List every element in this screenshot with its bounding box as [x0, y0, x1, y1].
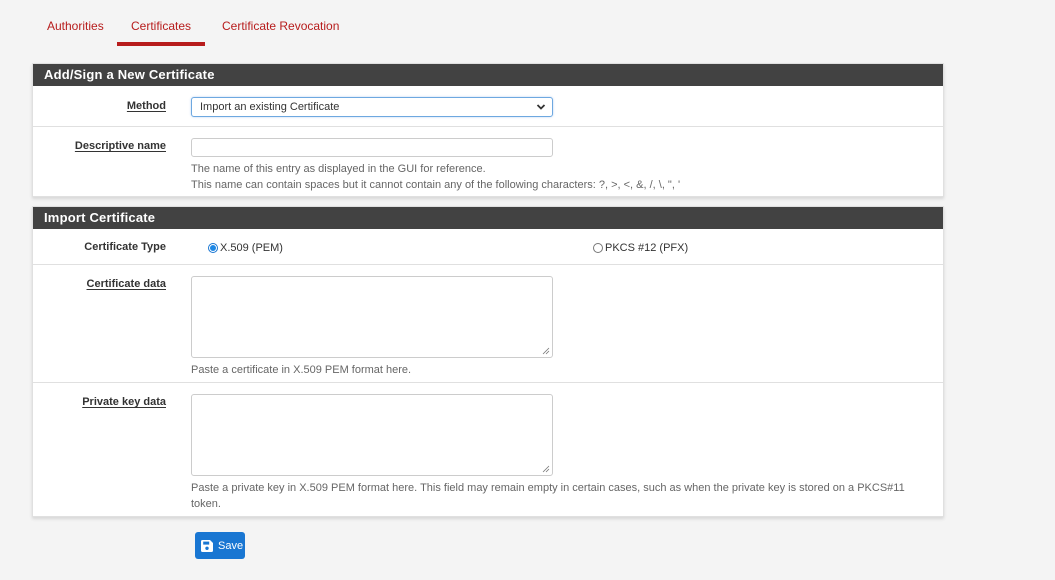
- method-row: Method Import an existing Certificate: [33, 86, 943, 126]
- radio-pkcs12-pfx-label: PKCS #12 (PFX): [605, 242, 689, 254]
- radio-pkcs12-pfx-control[interactable]: [593, 243, 603, 253]
- certificate-type-label: Certificate Type: [84, 241, 166, 253]
- resize-grip-icon[interactable]: [542, 347, 550, 355]
- panel-heading-add-sign: Add/Sign a New Certificate: [33, 64, 943, 86]
- save-button-label: Save: [218, 539, 244, 552]
- private-key-data-help: Paste a private key in X.509 PEM format …: [191, 482, 905, 510]
- certificate-data-help: Paste a certificate in X.509 PEM format …: [191, 364, 412, 376]
- method-select[interactable]: Import an existing Certificate: [191, 97, 553, 117]
- tab-bar: Authorities Certificates Certificate Rev…: [33, 8, 353, 46]
- radio-pkcs12-pfx[interactable]: PKCS #12 (PFX): [593, 242, 688, 254]
- private-key-data-row: Private key data Paste a private key in …: [33, 382, 943, 516]
- descriptive-name-help-line2: This name can contain spaces but it cann…: [191, 179, 681, 191]
- private-key-data-label[interactable]: Private key data: [82, 396, 166, 408]
- method-label[interactable]: Method: [127, 100, 166, 112]
- save-button[interactable]: Save: [195, 532, 245, 559]
- resize-grip-icon[interactable]: [542, 465, 550, 473]
- save-icon: [201, 539, 213, 552]
- radio-x509-pem-label: X.509 (PEM): [220, 242, 283, 254]
- private-key-data-textarea[interactable]: [191, 394, 553, 476]
- certificate-type-row: Certificate Type X.509 (PEM) PKCS #12 (P…: [33, 229, 943, 264]
- tab-certificate-revocation[interactable]: Certificate Revocation: [208, 8, 353, 46]
- radio-x509-pem-control[interactable]: [208, 243, 218, 253]
- descriptive-name-row: Descriptive name The name of this entry …: [33, 126, 943, 197]
- descriptive-name-input[interactable]: [191, 138, 553, 157]
- tab-certificates[interactable]: Certificates: [117, 8, 205, 46]
- method-selected-value: Import an existing Certificate: [200, 101, 340, 113]
- tab-authorities[interactable]: Authorities: [33, 8, 117, 46]
- certificate-data-row: Certificate data Paste a certificate in …: [33, 264, 943, 382]
- chevron-down-icon: [536, 104, 546, 110]
- descriptive-name-label[interactable]: Descriptive name: [75, 140, 166, 152]
- descriptive-name-help: The name of this entry as displayed in t…: [191, 161, 680, 193]
- certificate-data-label[interactable]: Certificate data: [87, 278, 166, 290]
- import-certificate-panel: Import Certificate Certificate Type X.50…: [32, 206, 944, 517]
- certificate-data-textarea[interactable]: [191, 276, 553, 358]
- radio-x509-pem[interactable]: X.509 (PEM): [208, 242, 283, 254]
- panel-heading-import: Import Certificate: [33, 207, 943, 229]
- add-sign-certificate-panel: Add/Sign a New Certificate Method Import…: [32, 63, 944, 197]
- descriptive-name-help-line1: The name of this entry as displayed in t…: [191, 163, 486, 175]
